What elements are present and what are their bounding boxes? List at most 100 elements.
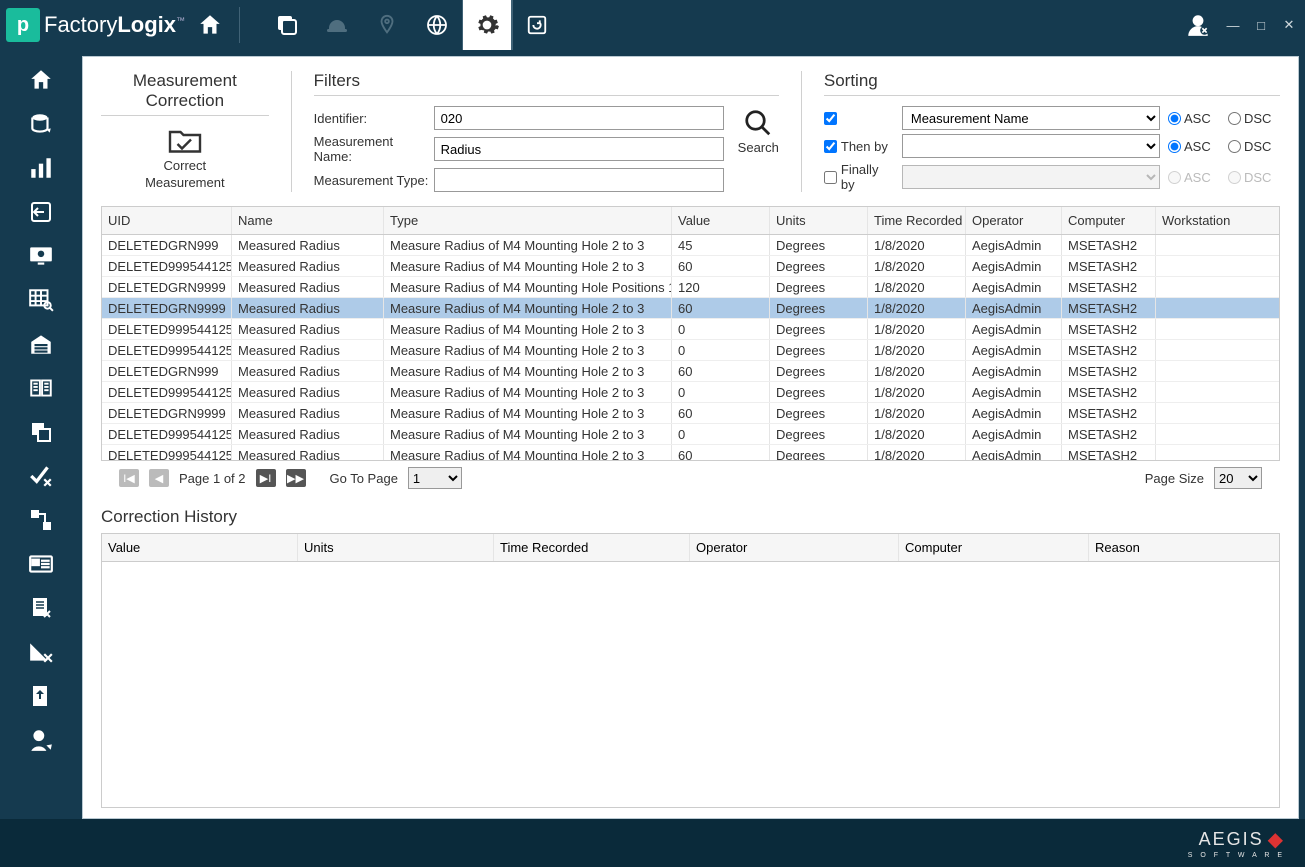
cell-value: 60: [672, 298, 770, 318]
cell-type: Measure Radius of M4 Mounting Hole 2 to …: [384, 361, 672, 381]
pin-icon[interactable]: [362, 0, 412, 50]
stack-icon[interactable]: [262, 0, 312, 50]
side-ruler-x-icon[interactable]: [19, 634, 63, 670]
cell-name: Measured Radius: [232, 424, 384, 444]
prev-page-button[interactable]: ◀: [149, 469, 169, 487]
side-check-x-icon[interactable]: [19, 458, 63, 494]
hcol-operator[interactable]: Operator: [690, 534, 899, 561]
sort-thenby-checkbox[interactable]: [824, 140, 837, 153]
table-row[interactable]: DELETED999544125...Measured RadiusMeasur…: [102, 340, 1279, 361]
cell-workstation: [1156, 403, 1252, 423]
panel-filters: Filters Identifier: Measurement Name: Me…: [291, 71, 801, 192]
col-name[interactable]: Name: [232, 207, 384, 234]
table-row[interactable]: DELETED999544125...Measured RadiusMeasur…: [102, 256, 1279, 277]
sort-thenby-dsc[interactable]: [1228, 140, 1241, 153]
side-home-icon[interactable]: [19, 62, 63, 98]
cell-name: Measured Radius: [232, 340, 384, 360]
table-row[interactable]: DELETED999544125...Measured RadiusMeasur…: [102, 445, 1279, 460]
panel-title: Measurement Correction: [101, 71, 269, 116]
helmet-icon[interactable]: [312, 0, 362, 50]
cell-time: 1/8/2020: [868, 361, 966, 381]
sort-primary-asc[interactable]: [1168, 112, 1181, 125]
hcol-computer[interactable]: Computer: [899, 534, 1089, 561]
table-row[interactable]: DELETEDGRN999Measured RadiusMeasure Radi…: [102, 235, 1279, 256]
side-flow-icon[interactable]: [19, 502, 63, 538]
sort-thenby-select[interactable]: [902, 134, 1160, 158]
correct-measurement-button[interactable]: Correct Measurement: [145, 126, 224, 190]
side-grid-search-icon[interactable]: [19, 282, 63, 318]
minimize-button[interactable]: —: [1223, 15, 1243, 35]
logo-badge: p: [6, 8, 40, 42]
page-size-select[interactable]: 20: [1214, 467, 1262, 489]
grid-body[interactable]: DELETEDGRN999Measured RadiusMeasure Radi…: [102, 235, 1279, 460]
history-grid: Value Units Time Recorded Operator Compu…: [101, 533, 1280, 808]
side-undo-icon[interactable]: [19, 194, 63, 230]
hcol-time[interactable]: Time Recorded: [494, 534, 690, 561]
panel-title: Filters: [314, 71, 779, 96]
close-button[interactable]: ✕: [1279, 15, 1299, 35]
sort-thenby-asc[interactable]: [1168, 140, 1181, 153]
side-db-icon[interactable]: [19, 106, 63, 142]
side-copy-icon[interactable]: [19, 414, 63, 450]
table-row[interactable]: DELETEDGRN9999Measured RadiusMeasure Rad…: [102, 403, 1279, 424]
side-chart-icon[interactable]: [19, 150, 63, 186]
side-help-icon[interactable]: [19, 722, 63, 758]
sort-finallyby-asc: [1168, 171, 1181, 184]
table-row[interactable]: DELETED999544125...Measured RadiusMeasur…: [102, 319, 1279, 340]
globe-icon[interactable]: [412, 0, 462, 50]
table-row[interactable]: DELETEDGRN9999Measured RadiusMeasure Rad…: [102, 277, 1279, 298]
sidebar: [6, 56, 76, 819]
col-type[interactable]: Type: [384, 207, 672, 234]
goto-page-select[interactable]: 1: [408, 467, 462, 489]
maximize-button[interactable]: □: [1251, 15, 1271, 35]
hcol-reason[interactable]: Reason: [1089, 534, 1279, 561]
col-value[interactable]: Value: [672, 207, 770, 234]
side-card-icon[interactable]: [19, 546, 63, 582]
cell-time: 1/8/2020: [868, 256, 966, 276]
identifier-input[interactable]: [434, 106, 724, 130]
cell-value: 120: [672, 277, 770, 297]
col-operator[interactable]: Operator: [966, 207, 1062, 234]
col-units[interactable]: Units: [770, 207, 868, 234]
col-workstation[interactable]: Workstation: [1156, 207, 1252, 234]
side-doc-x-icon[interactable]: [19, 590, 63, 626]
cell-computer: MSETASH2: [1062, 361, 1156, 381]
search-button[interactable]: Search: [738, 108, 779, 155]
gear-icon[interactable]: [462, 0, 512, 50]
last-page-button[interactable]: ▶▶: [286, 469, 306, 487]
cell-type: Measure Radius of M4 Mounting Hole 2 to …: [384, 382, 672, 402]
toolbar-divider: [239, 7, 240, 43]
measurement-name-input[interactable]: [434, 137, 724, 161]
side-warehouse-icon[interactable]: [19, 326, 63, 362]
first-page-button[interactable]: I◀: [119, 469, 139, 487]
hcol-value[interactable]: Value: [102, 534, 298, 561]
cell-units: Degrees: [770, 361, 868, 381]
sort-finallyby-checkbox[interactable]: [824, 171, 837, 184]
measurement-type-input[interactable]: [434, 168, 724, 192]
hcol-units[interactable]: Units: [298, 534, 494, 561]
col-uid[interactable]: UID: [102, 207, 232, 234]
cell-type: Measure Radius of M4 Mounting Hole 2 to …: [384, 445, 672, 460]
table-row[interactable]: DELETEDGRN9999Measured RadiusMeasure Rad…: [102, 298, 1279, 319]
home-icon[interactable]: [185, 0, 235, 50]
cell-name: Measured Radius: [232, 256, 384, 276]
side-book-icon[interactable]: [19, 370, 63, 406]
side-monitor-icon[interactable]: [19, 238, 63, 274]
cell-type: Measure Radius of M4 Mounting Hole Posit…: [384, 277, 672, 297]
col-time[interactable]: Time Recorded: [868, 207, 966, 234]
user-icon[interactable]: [1181, 0, 1215, 50]
refresh-icon[interactable]: [512, 0, 562, 50]
sort-primary-select[interactable]: Measurement Name: [902, 106, 1160, 130]
app-name: FactoryLogix™: [44, 12, 185, 38]
col-computer[interactable]: Computer: [1062, 207, 1156, 234]
sort-primary-dsc[interactable]: [1228, 112, 1241, 125]
table-row[interactable]: DELETED999544125...Measured RadiusMeasur…: [102, 424, 1279, 445]
sort-primary-checkbox[interactable]: [824, 112, 837, 125]
cell-value: 0: [672, 382, 770, 402]
table-row[interactable]: DELETEDGRN999Measured RadiusMeasure Radi…: [102, 361, 1279, 382]
table-row[interactable]: DELETED999544125...Measured RadiusMeasur…: [102, 382, 1279, 403]
cell-time: 1/8/2020: [868, 235, 966, 255]
side-export-icon[interactable]: [19, 678, 63, 714]
next-page-button[interactable]: ▶I: [256, 469, 276, 487]
cell-operator: AegisAdmin: [966, 361, 1062, 381]
